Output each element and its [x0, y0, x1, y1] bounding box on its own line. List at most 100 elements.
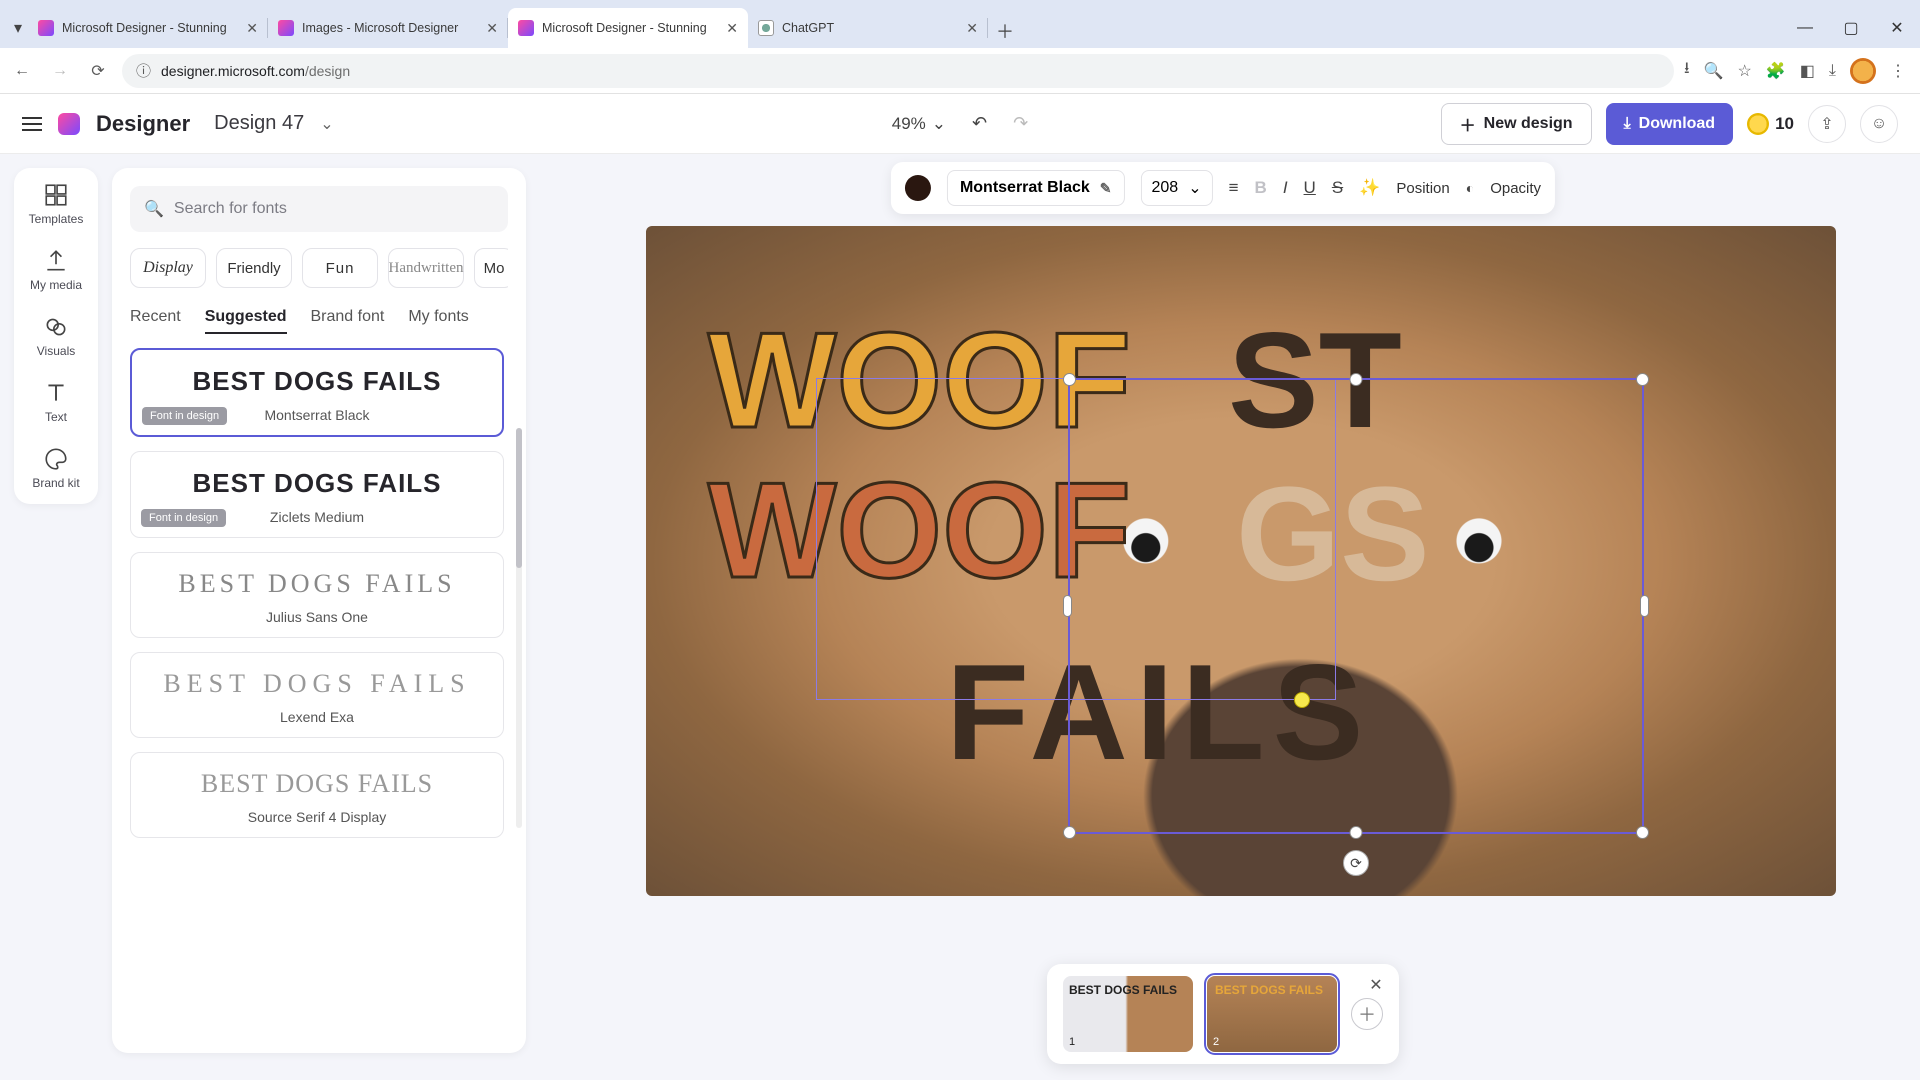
- chip-friendly[interactable]: Friendly: [216, 248, 292, 288]
- share-icon[interactable]: ⇪: [1808, 105, 1846, 143]
- menu-icon[interactable]: ⋮: [1890, 61, 1906, 81]
- tab-recent[interactable]: Recent: [130, 308, 181, 334]
- search-placeholder: Search for fonts: [174, 200, 287, 218]
- search-input[interactable]: 🔍 Search for fonts: [130, 186, 508, 232]
- new-tab-button[interactable]: ＋: [988, 14, 1022, 48]
- url-input[interactable]: ⓘ designer.microsoft.com/design: [122, 54, 1674, 88]
- font-sample: BEST DOGS FAILS: [145, 468, 489, 499]
- bookmark-icon[interactable]: ☆: [1738, 61, 1752, 81]
- credits-pill[interactable]: 10: [1747, 113, 1794, 135]
- tab-brand-font[interactable]: Brand font: [311, 308, 385, 334]
- menu-button[interactable]: [22, 117, 42, 131]
- underline-icon[interactable]: U: [1304, 178, 1316, 198]
- rail-my-media[interactable]: My media: [30, 248, 82, 292]
- in-design-badge: Font in design: [141, 509, 226, 527]
- back-icon[interactable]: ←: [8, 57, 36, 85]
- font-card[interactable]: BEST DOGS FAILS Lexend Exa: [130, 652, 504, 738]
- tab-search-icon[interactable]: ▾: [8, 8, 28, 48]
- close-icon[interactable]: ✕: [966, 20, 978, 37]
- favicon-icon: [758, 20, 774, 36]
- zoom-dropdown[interactable]: 49%⌄: [892, 114, 946, 134]
- favicon-icon: [518, 20, 534, 36]
- resize-handle[interactable]: [1350, 373, 1363, 386]
- resize-handle[interactable]: [1350, 826, 1363, 839]
- account-icon[interactable]: ☺: [1860, 105, 1898, 143]
- tab-suggested[interactable]: Suggested: [205, 308, 287, 334]
- rotate-handle[interactable]: ⟳: [1343, 850, 1369, 876]
- page-thumbnail-active[interactable]: BEST DOGS FAILS 2: [1207, 976, 1337, 1052]
- downloads-icon[interactable]: ⤓: [1829, 62, 1836, 80]
- text-color-swatch[interactable]: [905, 175, 931, 201]
- position-button[interactable]: Position: [1396, 180, 1449, 197]
- extensions-icon[interactable]: 🧩: [1766, 61, 1786, 81]
- document-name[interactable]: Design 47: [214, 112, 304, 135]
- edit-icon: ✎: [1100, 180, 1112, 197]
- resize-handle[interactable]: [1063, 826, 1076, 839]
- zoom-controls: 49%⌄ ↶ ↷: [892, 113, 1028, 134]
- chip-more[interactable]: Mo: [474, 248, 508, 288]
- font-card[interactable]: BEST DOGS FAILS Source Serif 4 Display: [130, 752, 504, 838]
- browser-tab[interactable]: ChatGPT ✕: [748, 8, 988, 48]
- font-sample: BEST DOGS FAILS: [145, 769, 489, 799]
- forward-icon[interactable]: →: [46, 57, 74, 85]
- font-picker[interactable]: Montserrat Black ✎: [947, 170, 1125, 206]
- browser-tab-active[interactable]: Microsoft Designer - Stunning ✕: [508, 8, 748, 48]
- design-canvas[interactable]: WOOF ST WOOF GS FAILS ⟳: [646, 226, 1836, 896]
- browser-tab[interactable]: Images - Microsoft Designer ✕: [268, 8, 508, 48]
- resize-handle[interactable]: [1640, 595, 1649, 617]
- download-button[interactable]: ⤓ Download: [1606, 103, 1734, 145]
- resize-handle[interactable]: [1636, 373, 1649, 386]
- opacity-icon: ◐: [1466, 180, 1474, 196]
- chip-handwritten[interactable]: Handwritten: [388, 248, 464, 288]
- strikethrough-icon[interactable]: S: [1332, 178, 1343, 198]
- redo-button[interactable]: ↷: [1013, 113, 1028, 134]
- install-app-icon[interactable]: ⭳: [1684, 57, 1690, 84]
- rail-templates[interactable]: Templates: [29, 182, 84, 226]
- font-tabs: Recent Suggested Brand font My fonts: [130, 308, 508, 334]
- tab-my-fonts[interactable]: My fonts: [408, 308, 468, 334]
- font-card[interactable]: BEST DOGS FAILS Ziclets Medium Font in d…: [130, 451, 504, 538]
- undo-button[interactable]: ↶: [972, 113, 987, 134]
- page-thumbnail[interactable]: BEST DOGS FAILS 1: [1063, 976, 1193, 1052]
- chevron-down-icon[interactable]: ⌄: [320, 114, 333, 134]
- selection-outline[interactable]: ⟳: [1068, 378, 1644, 834]
- close-window-icon[interactable]: ✕: [1874, 8, 1920, 48]
- window-controls: — ▢ ✕: [1782, 8, 1920, 48]
- resize-handle[interactable]: [1636, 826, 1649, 839]
- new-design-button[interactable]: ＋ New design: [1441, 103, 1592, 145]
- reload-icon[interactable]: ⟳: [84, 57, 112, 85]
- rail-brand-kit[interactable]: Brand kit: [32, 446, 79, 490]
- bold-icon[interactable]: B: [1255, 178, 1267, 198]
- close-icon[interactable]: ✕: [486, 20, 498, 37]
- font-name: Source Serif 4 Display: [145, 809, 489, 825]
- rail-visuals[interactable]: Visuals: [37, 314, 75, 358]
- effects-icon[interactable]: ✨: [1359, 178, 1380, 198]
- in-design-badge: Font in design: [142, 407, 227, 425]
- font-size-input[interactable]: 208 ⌄: [1141, 170, 1213, 206]
- tab-title: ChatGPT: [782, 21, 958, 35]
- profile-avatar-icon[interactable]: [1850, 58, 1876, 84]
- visuals-icon: [43, 314, 69, 340]
- scrollbar[interactable]: [516, 428, 522, 828]
- font-card[interactable]: BEST DOGS FAILS Julius Sans One: [130, 552, 504, 638]
- chip-display[interactable]: Display: [130, 248, 206, 288]
- align-icon[interactable]: ≡: [1229, 178, 1239, 198]
- chip-fun[interactable]: Fun: [302, 248, 378, 288]
- close-icon[interactable]: ✕: [726, 20, 738, 37]
- resize-handle[interactable]: [1063, 373, 1076, 386]
- add-page-button[interactable]: ＋: [1351, 998, 1383, 1030]
- site-info-icon[interactable]: ⓘ: [136, 60, 151, 81]
- whats-new-icon[interactable]: ◧: [1800, 61, 1815, 81]
- close-icon[interactable]: ✕: [246, 20, 258, 37]
- close-icon[interactable]: ✕: [1363, 972, 1389, 998]
- rail-text[interactable]: Text: [43, 380, 69, 424]
- font-card[interactable]: BEST DOGS FAILS Montserrat Black Font in…: [130, 348, 504, 437]
- minimize-icon[interactable]: —: [1782, 8, 1828, 48]
- maximize-icon[interactable]: ▢: [1828, 8, 1874, 48]
- italic-icon[interactable]: I: [1283, 178, 1288, 198]
- browser-tab[interactable]: Microsoft Designer - Stunning ✕: [28, 8, 268, 48]
- page-strip: BEST DOGS FAILS 1 BEST DOGS FAILS 2 ＋ ✕: [1047, 964, 1399, 1064]
- opacity-button[interactable]: Opacity: [1490, 180, 1541, 197]
- resize-handle[interactable]: [1063, 595, 1072, 617]
- zoom-icon[interactable]: 🔍: [1704, 61, 1724, 81]
